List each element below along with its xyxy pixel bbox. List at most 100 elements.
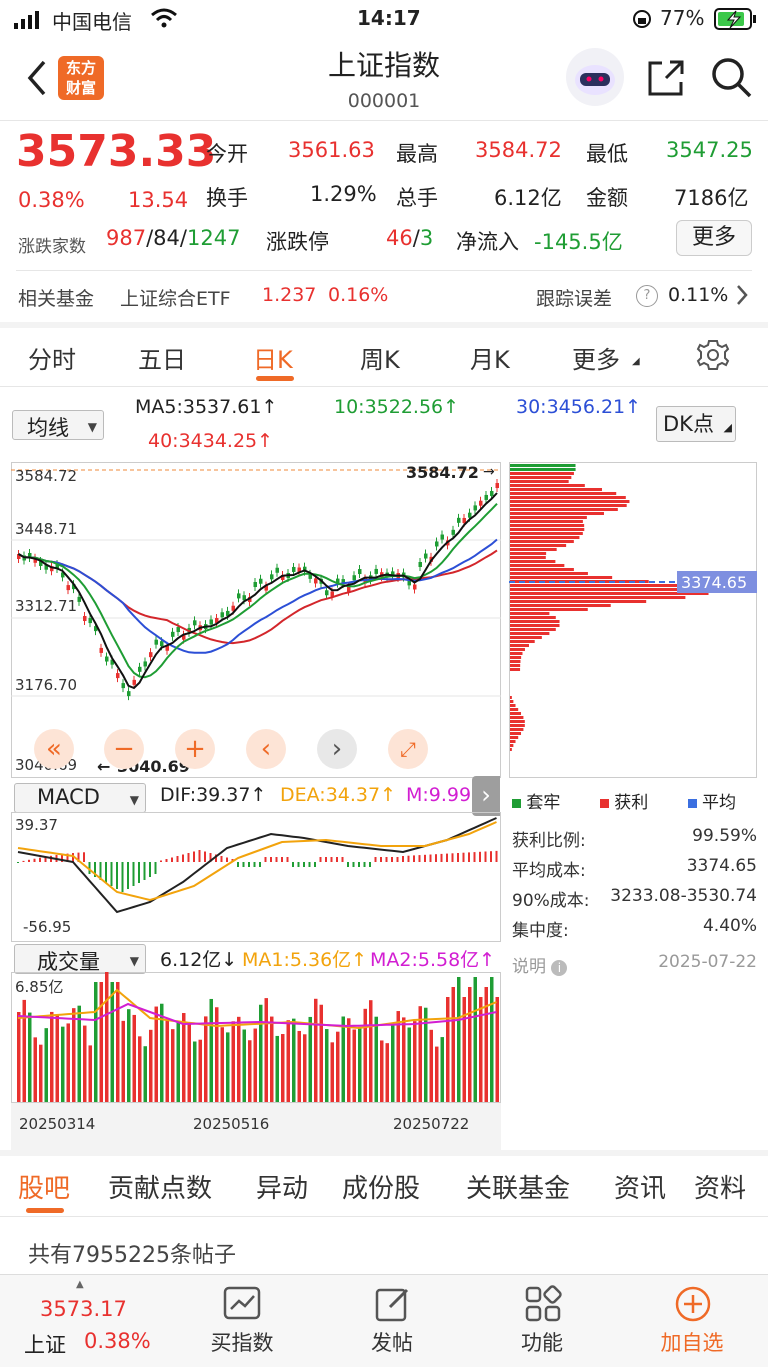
zoom-out-icon[interactable]: − [104, 729, 144, 769]
volume-chart[interactable]: 6.85亿 20250314 20250516 20250722 [11, 972, 501, 1150]
tab-profile[interactable]: 资料 [694, 1168, 746, 1205]
macd-bar [451, 853, 454, 862]
candle-body [314, 578, 318, 584]
macd-bar [435, 854, 437, 862]
assistant-avatar-icon[interactable] [566, 48, 624, 106]
macd-bar [198, 850, 201, 862]
chip-bar [510, 568, 574, 571]
search-icon[interactable] [710, 56, 754, 104]
profit-ratio-value: 99.59% [692, 826, 757, 846]
volume-bar [413, 1021, 417, 1102]
nav-post[interactable]: 发帖 [346, 1327, 438, 1357]
tab-five-day[interactable]: 五日 [138, 340, 186, 375]
nav-buy-index[interactable]: 买指数 [196, 1327, 288, 1357]
note-row[interactable]: 说明 i 2025-07-22 [512, 952, 757, 977]
candle-body [132, 679, 136, 685]
macd-bar [193, 851, 195, 862]
macd-bar [264, 857, 267, 862]
candle-body [275, 567, 279, 573]
info-icon: i [551, 960, 568, 976]
candle-body [253, 582, 257, 588]
macd-bar [325, 857, 327, 862]
indicator-selector[interactable]: 均线 ▼ [12, 410, 104, 440]
tab-related-funds[interactable]: 关联基金 [466, 1168, 570, 1205]
tab-stock-bar[interactable]: 股吧 [18, 1168, 70, 1205]
fast-backward-icon[interactable]: « [34, 729, 74, 769]
high-label: 最高 [396, 142, 438, 166]
section-gap [0, 1150, 768, 1156]
carrier: 中国电信 [52, 10, 132, 34]
chip-bar [510, 708, 519, 711]
chip-bar [510, 480, 569, 483]
low-value: 3547.25 [666, 138, 753, 162]
share-icon[interactable] [646, 58, 686, 102]
related-fund-row[interactable]: 相关基金 上证综合ETF 1.237 0.16% 跟踪误差 ? 0.11% [0, 272, 768, 322]
grid-function-icon[interactable] [524, 1285, 562, 1327]
candle-body [99, 647, 103, 653]
breadth-up: 987 [106, 226, 147, 250]
nav-functions[interactable]: 功能 [496, 1327, 588, 1357]
candle-body [193, 620, 197, 626]
chip-bar [510, 576, 613, 579]
macd-bar [418, 855, 421, 862]
nav-index-name: 上证 [24, 1333, 66, 1357]
chip-bar [510, 600, 647, 603]
tab-contribution[interactable]: 贡献点数 [108, 1168, 212, 1205]
app-header: 东方 财富 上证指数 000001 [0, 38, 768, 120]
macd-bar [270, 857, 272, 862]
tab-intraday[interactable]: 分时 [28, 340, 76, 375]
volume-bar [358, 1026, 362, 1102]
macd-chart[interactable]: 39.37 -56.95 [11, 812, 501, 942]
fund-pct: 0.16% [328, 284, 389, 306]
candle-body [220, 612, 224, 618]
volume-selector[interactable]: 成交量 ▼ [14, 944, 146, 974]
volume-bar [435, 1046, 439, 1102]
tab-news[interactable]: 资讯 [614, 1168, 666, 1205]
back-icon[interactable] [24, 58, 48, 102]
chip-bar [510, 668, 521, 671]
macd-bar [363, 862, 366, 867]
tab-weekly-k[interactable]: 周K [360, 340, 400, 375]
tab-daily-k[interactable]: 日K [253, 340, 293, 375]
macd-bars [17, 850, 498, 892]
macd-bar [490, 851, 492, 862]
volume-bar [369, 1000, 373, 1102]
volume-bar [264, 998, 268, 1102]
more-quote-button[interactable]: 更多 [676, 220, 752, 256]
expand-icon[interactable]: ⤢ [388, 729, 428, 769]
note-label: 说明 [512, 957, 546, 977]
macd-bar [424, 854, 426, 862]
help-icon[interactable]: ? [636, 285, 658, 307]
nav-add-watchlist[interactable]: 加自选 [646, 1327, 738, 1357]
chip-distribution-chart[interactable]: 3374.65 [509, 462, 757, 778]
volume-bar [110, 982, 114, 1102]
chevron-right-icon[interactable]: › [317, 729, 357, 769]
zoom-in-icon[interactable]: + [175, 729, 215, 769]
logo-text-2: 财富 [65, 79, 96, 97]
macd-bar [473, 852, 476, 862]
volume-bar [165, 1019, 169, 1102]
macd-bar [220, 856, 223, 862]
edit-post-icon[interactable] [374, 1285, 412, 1327]
tab-more[interactable]: 更多 [572, 340, 620, 375]
macd-bar [83, 852, 85, 862]
high-value: 3584.72 [475, 138, 562, 162]
add-watchlist-icon[interactable] [674, 1285, 712, 1327]
volume-bar [385, 1043, 389, 1102]
macd-selector[interactable]: MACD ▼ [14, 783, 146, 813]
tab-monthly-k[interactable]: 月K [470, 340, 510, 375]
tab-movement[interactable]: 异动 [256, 1168, 308, 1205]
candle-body [435, 541, 439, 547]
tab-constituents[interactable]: 成份股 [342, 1168, 420, 1205]
status-bar: 中国电信 14:17 77% [0, 0, 768, 38]
chart-trend-icon[interactable] [222, 1285, 262, 1325]
volume-bar [204, 1016, 208, 1102]
macd-bar [226, 857, 228, 862]
collapse-panel-icon[interactable]: › [472, 776, 500, 816]
chevron-left-icon[interactable]: ‹ [246, 729, 286, 769]
gear-icon[interactable] [696, 338, 730, 376]
macd-bar [358, 862, 360, 867]
dk-point-selector[interactable]: DK点 ◢ [656, 406, 736, 442]
chip-bar [510, 504, 627, 507]
macd-bar [495, 850, 498, 862]
